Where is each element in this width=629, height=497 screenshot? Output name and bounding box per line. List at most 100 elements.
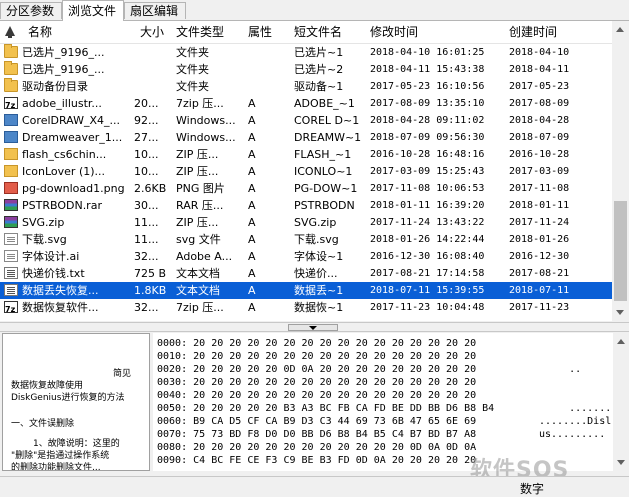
splitter-grip[interactable] [288, 324, 338, 331]
table-row[interactable]: pg-download1.png 2.6KB PNG 图片 A PG-DOW~1 2017… [0, 180, 612, 197]
file-modified: 2017-08-21 17:14:58 [370, 268, 485, 279]
status-bar: 数字 [0, 476, 629, 497]
table-row[interactable]: adobe_illustr... 20... 7zip 压... A ADOBE_~1 2… [0, 95, 612, 114]
hex-bytes: C4 BC FE CE F3 C9 BE B3 FD 0D 0A 20 20 2… [193, 455, 477, 466]
hex-bytes: 20 20 20 20 20 20 20 20 20 20 20 20 20 2… [193, 338, 477, 349]
file-name: 驱动备份目录 [22, 80, 88, 93]
file-list-scrollbar[interactable] [612, 21, 629, 321]
file-type: 7zip 压... [176, 97, 224, 110]
file-type: Adobe A... [176, 250, 233, 263]
scroll-thumb[interactable] [614, 201, 627, 301]
col-header-modified[interactable]: 修改时间 [370, 21, 418, 43]
table-row[interactable]: 字体设计.ai 32... Adobe A... A 字体设~1 2016-12-30 1… [0, 248, 612, 265]
col-header-short[interactable]: 短文件名 [294, 21, 342, 43]
table-row[interactable]: 驱动备份目录 文件夹 驱动备~1 2017-05-23 16:10:56 2017-05… [0, 78, 612, 95]
file-modified: 2017-11-24 13:43:22 [370, 217, 485, 228]
hex-scroll-down-icon[interactable] [617, 460, 625, 465]
file-modified: 2018-04-10 16:01:25 [370, 47, 485, 58]
scroll-up-icon[interactable] [616, 27, 624, 32]
file-name: CorelDRAW_X4_... [22, 114, 121, 127]
hex-offset: 0010: [157, 351, 188, 362]
tab-sector-edit[interactable]: 扇区编辑 [124, 2, 186, 19]
file-type: 文件夹 [176, 46, 209, 59]
table-row[interactable]: 数据丢失恢复... 1.8KB 文本文档 A 数据丢~1 2018-07-11 15:39… [0, 282, 612, 299]
table-row[interactable]: Dreamweaver_1... 27... Windows... A DREAMW~1… [0, 129, 612, 146]
file-modified: 2018-04-28 09:11:02 [370, 115, 485, 126]
col-header-name[interactable]: 名称 [28, 21, 52, 43]
flash-icon [4, 148, 18, 160]
scroll-down-icon[interactable] [616, 310, 624, 315]
file-name: 数据恢复软件... [22, 301, 99, 314]
file-type: Windows... [176, 114, 236, 127]
hex-row: 0070: 75 73 BD F8 D0 D0 BB D6 B8 B4 B5 C… [157, 428, 476, 441]
folder-icon [4, 44, 18, 58]
file-modified: 2017-11-08 10:06:53 [370, 183, 485, 194]
preview-line: 的删除功能删除文件... [11, 463, 101, 471]
file-created: 2018-01-11 [509, 200, 570, 211]
file-short-name: FLASH_~1 [294, 148, 352, 161]
txt-icon [4, 267, 18, 279]
file-attr [248, 61, 288, 78]
hex-offset: 0070: [157, 429, 188, 440]
file-created: 2017-11-23 [509, 302, 570, 313]
rar-icon [4, 199, 18, 211]
file-short-name: 下载.svg [294, 233, 339, 246]
status-mode: 数字 [520, 482, 545, 496]
file-name: IconLover (1)... [22, 165, 106, 178]
table-row[interactable]: 数据恢复软件... 32... 7zip 压... A 数据恢~1 2017-11-23 … [0, 299, 612, 318]
up-folder-icon[interactable] [5, 26, 15, 38]
col-header-size[interactable]: 大小 [140, 21, 164, 43]
archive-icon [4, 301, 18, 318]
file-attr: A [248, 267, 256, 280]
tab-browse-files[interactable]: 浏览文件 [62, 0, 124, 21]
file-size: 1.8KB [134, 284, 166, 297]
col-header-attr[interactable]: 属性 [248, 21, 272, 43]
file-type: ZIP 压... [176, 148, 219, 161]
file-type: svg 文件 [176, 233, 221, 246]
preview-line: 1、故障说明：这里的 [33, 439, 120, 449]
preview-line: 简见 [113, 369, 132, 379]
hex-scroll-up-icon[interactable] [617, 339, 625, 344]
hex-row: 0090: C4 BC FE CE F3 C9 BE B3 FD 0D 0A 2… [157, 454, 476, 467]
file-short-name: 数据丢~1 [294, 284, 344, 297]
file-name: SVG.zip [22, 216, 65, 229]
table-row[interactable]: 已选片_9196_... 文件夹 已选片~1 2018-04-10 16:01:25 2… [0, 44, 612, 61]
table-row[interactable]: 下载.svg 11... svg 文件 A 下载.svg 2018-01-26 14:22… [0, 231, 612, 248]
collapse-arrow-icon[interactable] [309, 326, 317, 330]
tab-partition-params[interactable]: 分区参数 [0, 2, 62, 19]
hex-row: 0040: 20 20 20 20 20 20 20 20 20 20 20 2… [157, 389, 476, 402]
file-created: 2017-08-09 [509, 98, 570, 109]
file-short-name: 快递价... [294, 267, 338, 280]
file-created: 2018-07-11 [509, 285, 570, 296]
table-row[interactable]: CorelDRAW_X4_... 92... Windows... A COREL D~… [0, 112, 612, 129]
table-row[interactable]: 快递价钱.txt 725 B 文本文档 A 快递价... 2017-08-21 17:14… [0, 265, 612, 282]
file-attr: A [248, 97, 256, 110]
pane-splitter[interactable] [0, 322, 629, 332]
table-row[interactable]: IconLover (1)... 10... ZIP 压... A ICONLO~1 20… [0, 163, 612, 180]
hex-ascii: .. [539, 364, 582, 375]
hex-row: 0030: 20 20 20 20 20 20 20 20 20 20 20 2… [157, 376, 476, 389]
table-row[interactable]: flash_cs6chin... 10... ZIP 压... A FLASH_~1 20… [0, 146, 612, 163]
col-header-created[interactable]: 创建时间 [509, 21, 557, 43]
file-name: 已选片_9196_... [22, 46, 105, 59]
file-size: 32... [134, 250, 159, 263]
file-created: 2017-08-21 [509, 268, 570, 279]
file-name: 数据丢失恢复... [22, 284, 99, 297]
file-short-name: 驱动备~1 [294, 80, 344, 93]
hex-view[interactable]: 0000: 20 20 20 20 20 20 20 20 20 20 20 2… [153, 333, 613, 471]
file-type: 文本文档 [176, 284, 220, 297]
file-modified: 2018-04-11 15:43:38 [370, 64, 485, 75]
hex-scrollbar[interactable] [614, 333, 629, 471]
hex-ascii: ........Disl [539, 416, 612, 427]
table-row[interactable]: PSTRBODN.rar 30... RAR 压... A PSTRBODN 2018-0… [0, 197, 612, 214]
table-row[interactable]: SVG.zip 11... ZIP 压... A SVG.zip 2017-11-24 1… [0, 214, 612, 231]
file-created: 2017-03-09 [509, 166, 570, 177]
hex-ascii: ........ [539, 403, 613, 414]
file-modified: 2016-12-30 16:08:40 [370, 251, 485, 262]
col-header-type[interactable]: 文件类型 [176, 21, 224, 43]
file-modified: 2017-08-09 13:35:10 [370, 98, 485, 109]
hex-bytes: 20 20 20 20 20 20 20 20 20 20 20 20 20 2… [193, 377, 477, 388]
table-row[interactable]: 已选片_9196_... 文件夹 已选片~2 2018-04-11 15:43:38 2… [0, 61, 612, 78]
file-name: adobe_illustr... [22, 97, 102, 110]
hex-bytes: 20 20 20 20 20 20 20 20 20 20 20 20 20 2… [193, 351, 477, 362]
